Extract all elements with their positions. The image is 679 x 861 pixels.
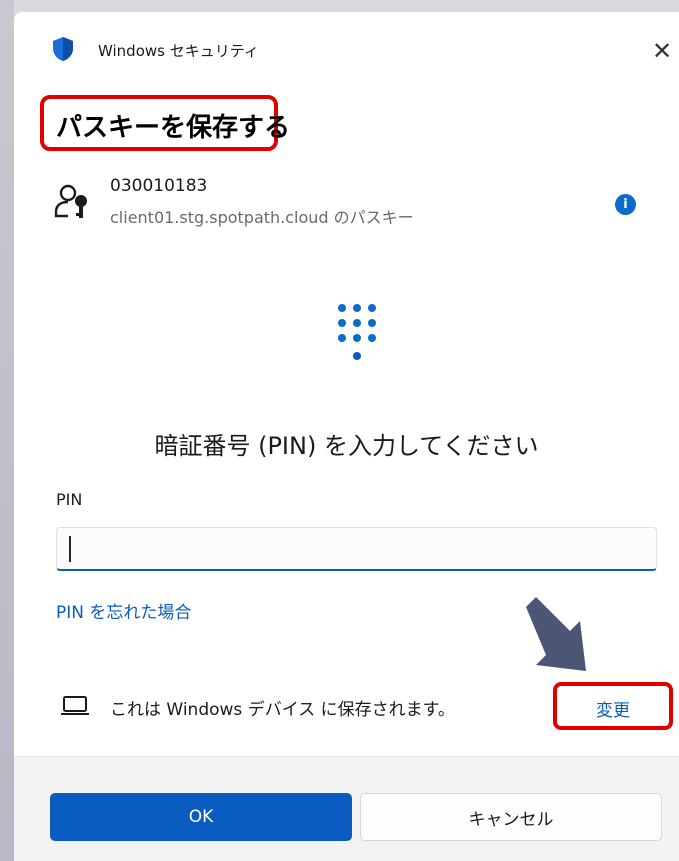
account-subtitle: client01.stg.spotpath.cloud のパスキー [110,208,414,227]
pin-prompt: 暗証番号 (PIN) を入力してください [154,432,539,460]
pin-input[interactable] [56,527,657,571]
laptop-icon [61,696,89,715]
change-link[interactable]: 変更 [557,696,669,721]
window-title: Windows セキュリティ [98,42,259,60]
cancel-button[interactable]: キャンセル [360,793,662,841]
shield-icon [53,37,73,61]
close-icon[interactable]: ✕ [649,38,675,64]
device-storage-text: これは Windows デバイス に保存されます。 [110,700,455,720]
page-title: パスキーを保存する [56,113,291,143]
title-bar: Windows セキュリティ ✕ [14,12,679,72]
security-dialog: Windows セキュリティ ✕ パスキーを保存する 030010183 cli… [14,12,679,861]
info-icon[interactable]: i [615,194,636,215]
annotation-arrow-icon [526,597,586,671]
user-key-icon [54,184,87,218]
text-caret [69,536,71,562]
dialog-footer: OK キャンセル [14,756,679,861]
change-highlight: 変更 [553,682,673,730]
ok-button[interactable]: OK [50,793,352,841]
pin-label: PIN [56,490,83,509]
heading-highlight: パスキーを保存する [40,95,290,151]
forgot-pin-link[interactable]: PIN を忘れた場合 [56,598,191,623]
account-name: 030010183 [110,176,208,196]
desktop-background [0,0,14,861]
keypad-icon [338,304,376,360]
